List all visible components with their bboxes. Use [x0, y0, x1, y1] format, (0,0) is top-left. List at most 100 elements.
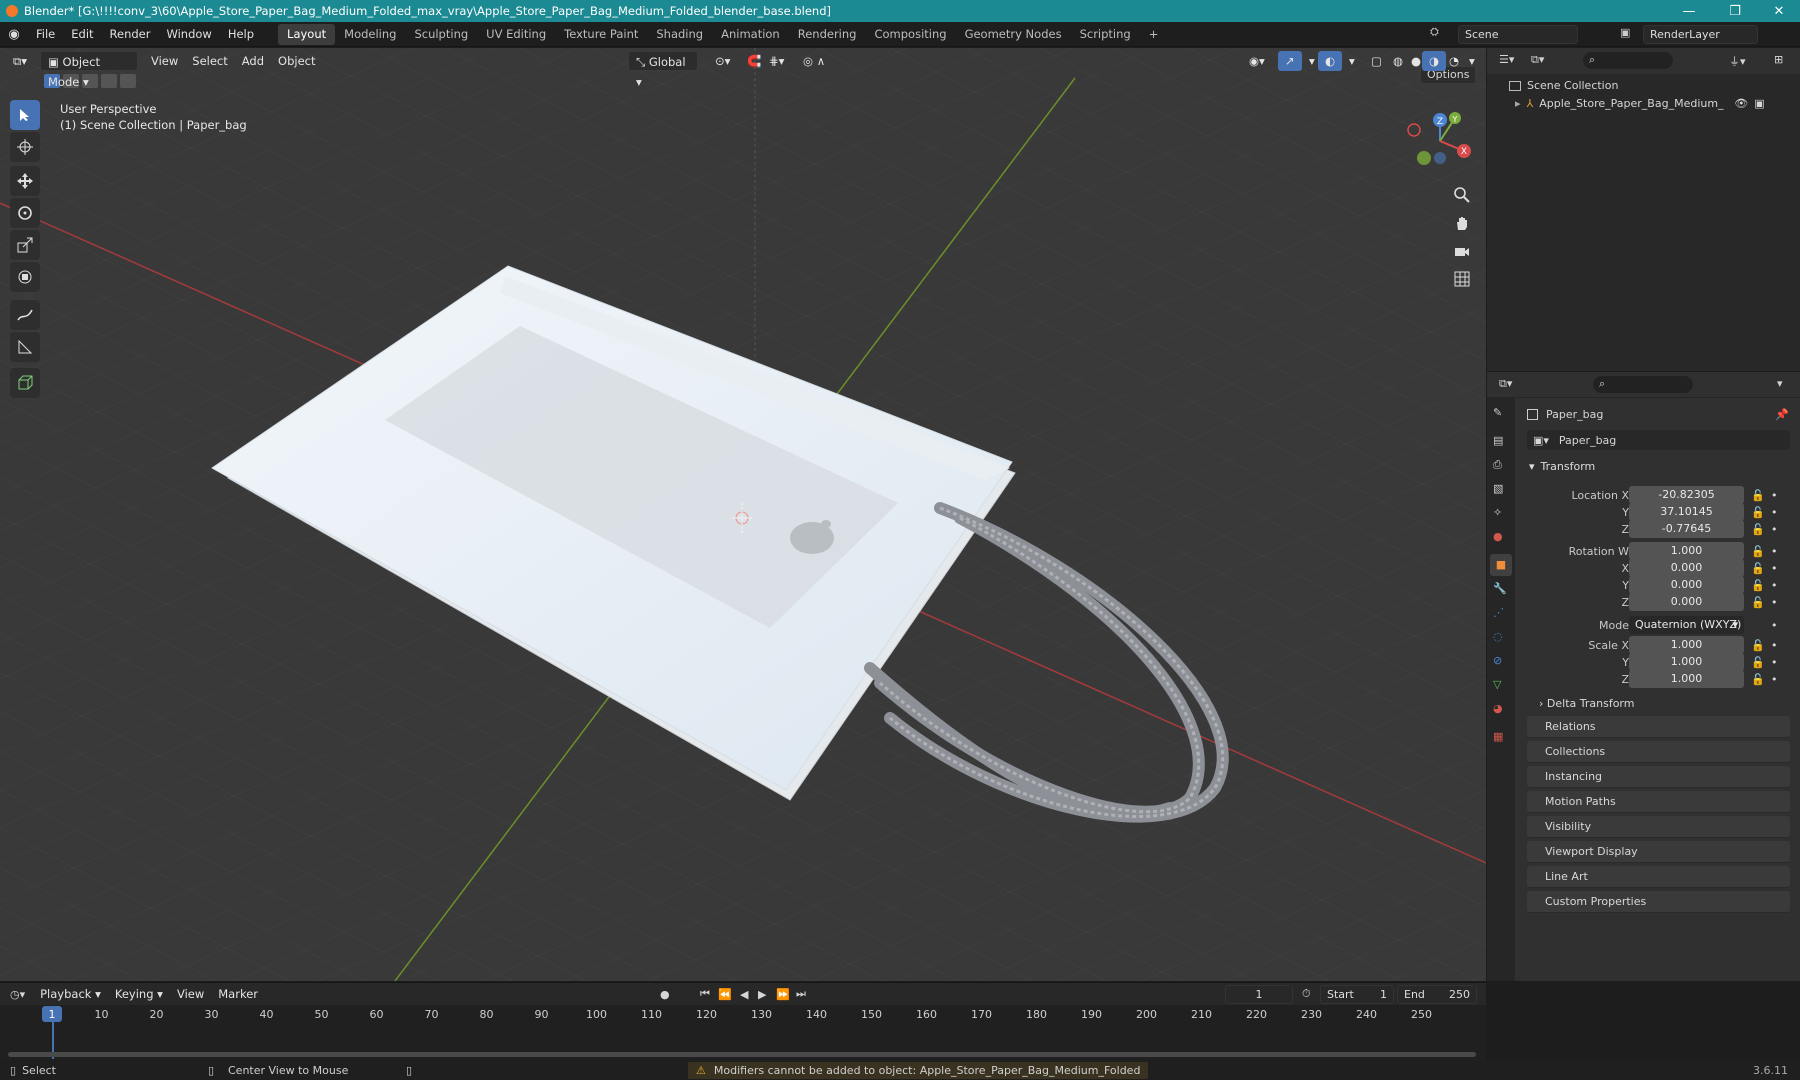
- outliner-item[interactable]: ▸ ⅄ Apple_Store_Paper_Bag_Medium_Folded …: [1515, 97, 1800, 110]
- prev-keyframe-icon[interactable]: ⏪: [718, 988, 732, 1001]
- add-cube-tool-icon[interactable]: [10, 368, 40, 398]
- viewport-menu-select[interactable]: Select: [185, 51, 234, 71]
- lock-icon[interactable]: 🔓: [1751, 596, 1765, 609]
- panel-line-art[interactable]: Line Art: [1527, 866, 1790, 888]
- timeline-ruler[interactable]: 1 10 20 30 40 50 60 70 80 90 100 110 120 130 140 150 160…: [0, 1005, 1486, 1062]
- scale-z-field[interactable]: 1.000: [1629, 670, 1744, 688]
- tab-compositing[interactable]: Compositing: [865, 24, 955, 45]
- overlays-dropdown-icon[interactable]: ▾: [1342, 51, 1362, 71]
- pin-icon[interactable]: 📌: [1775, 408, 1789, 421]
- camera-view-icon[interactable]: [1449, 238, 1475, 264]
- menu-render[interactable]: Render: [102, 22, 159, 47]
- lock-icon[interactable]: 🔓: [1751, 656, 1765, 669]
- tab-texture-paint[interactable]: Texture Paint: [555, 24, 647, 45]
- delta-transform-subpanel[interactable]: › Delta Transform: [1539, 694, 1634, 714]
- keyframe-dot-icon[interactable]: •: [1771, 523, 1778, 536]
- snap-target-icon[interactable]: ⋕▾: [762, 51, 791, 71]
- material-tab-icon[interactable]: ◕: [1493, 702, 1503, 715]
- record-icon[interactable]: ●: [660, 988, 670, 1001]
- timeline-menu-view[interactable]: View: [170, 984, 211, 1004]
- lock-icon[interactable]: 🔓: [1751, 545, 1765, 558]
- expand-arrow-icon[interactable]: ▸: [1515, 97, 1521, 110]
- viewport-menu-add[interactable]: Add: [235, 51, 271, 71]
- panel-collections[interactable]: Collections: [1527, 741, 1790, 763]
- proportional-edit-icon[interactable]: ◎ ∧: [796, 51, 832, 71]
- object-name-field[interactable]: ▣▾ Paper_bag: [1527, 430, 1790, 450]
- outliner-search-input[interactable]: ⌕: [1583, 52, 1673, 69]
- lock-icon[interactable]: 🔓: [1751, 639, 1765, 652]
- transform-orientation-dropdown[interactable]: ⤡ Global ▾: [628, 51, 698, 89]
- rotation-w-field[interactable]: 1.000: [1629, 542, 1744, 560]
- eye-visibility-icon[interactable]: 👁: [1734, 97, 1748, 110]
- render-layer-field[interactable]: RenderLayer: [1643, 25, 1758, 44]
- tool-tab-icon[interactable]: ✎: [1493, 406, 1502, 419]
- panel-custom-properties[interactable]: Custom Properties: [1527, 891, 1790, 913]
- keyframe-dot-icon[interactable]: •: [1771, 619, 1778, 632]
- texture-tab-icon[interactable]: ▦: [1493, 730, 1503, 743]
- tab-scripting[interactable]: Scripting: [1071, 24, 1140, 45]
- start-frame-field[interactable]: Start 1: [1320, 985, 1394, 1004]
- overlays-toggle-icon[interactable]: ◐: [1318, 51, 1343, 71]
- scene-field[interactable]: Scene: [1458, 25, 1578, 44]
- tab-sculpting[interactable]: Sculpting: [405, 24, 477, 45]
- select-invert-icon[interactable]: [101, 74, 117, 88]
- scale-y-field[interactable]: 1.000: [1629, 653, 1744, 671]
- timeline-scrollbar[interactable]: [8, 1052, 1476, 1057]
- keyframe-dot-icon[interactable]: •: [1771, 489, 1778, 502]
- properties-search-input[interactable]: ⌕: [1593, 376, 1693, 393]
- minimize-button[interactable]: —: [1666, 0, 1712, 22]
- output-tab-icon[interactable]: ⎙: [1493, 458, 1502, 472]
- new-collection-icon[interactable]: ⊞: [1774, 53, 1783, 66]
- keyframe-dot-icon[interactable]: •: [1771, 673, 1778, 686]
- rotation-mode-dropdown[interactable]: Quaternion (WXYZ) ▾: [1629, 616, 1744, 634]
- rotate-tool-icon[interactable]: [10, 198, 40, 228]
- gizmo-toggle-icon[interactable]: ↗: [1278, 51, 1302, 71]
- tab-rendering[interactable]: Rendering: [789, 24, 866, 45]
- transform-tool-icon[interactable]: [10, 262, 40, 292]
- ortho-grid-icon[interactable]: [1449, 266, 1475, 292]
- timeline-editor-icon[interactable]: ◷▾: [10, 988, 25, 1001]
- outliner-editor-icon[interactable]: ☰▾: [1499, 53, 1514, 66]
- outliner-scene-collection[interactable]: Scene Collection: [1509, 79, 1618, 92]
- object-mode-dropdown[interactable]: ▣ Object Mode ▾: [39, 51, 138, 89]
- select-box-tool-icon[interactable]: [10, 100, 40, 130]
- timeline-menu-marker[interactable]: Marker: [211, 984, 265, 1004]
- lock-icon[interactable]: 🔓: [1751, 523, 1765, 536]
- menu-window[interactable]: Window: [158, 22, 219, 47]
- move-tool-icon[interactable]: [10, 166, 40, 196]
- editor-type-icon[interactable]: ⧉▾: [6, 51, 34, 71]
- clock-icon[interactable]: ⏱: [1302, 987, 1311, 1001]
- jump-start-icon[interactable]: ⏮: [700, 987, 710, 1001]
- properties-editor-icon[interactable]: ⧉▾: [1499, 377, 1512, 391]
- display-mode-icon[interactable]: ⧉▾: [1531, 53, 1544, 67]
- navigation-gizmo[interactable]: Z Y X: [1400, 106, 1480, 176]
- keyframe-dot-icon[interactable]: •: [1771, 562, 1778, 575]
- camera-render-icon[interactable]: ▣: [1754, 97, 1764, 110]
- select-intersect-icon[interactable]: [120, 74, 136, 88]
- lock-icon[interactable]: 🔓: [1751, 506, 1765, 519]
- lock-icon[interactable]: 🔓: [1751, 673, 1765, 686]
- viewport-menu-view[interactable]: View: [144, 51, 185, 71]
- tab-uv-editing[interactable]: UV Editing: [477, 24, 555, 45]
- rotation-z-field[interactable]: 0.000: [1629, 593, 1744, 611]
- annotate-tool-icon[interactable]: [10, 300, 40, 330]
- transform-panel-header[interactable]: ▾ Transform: [1523, 456, 1790, 478]
- tab-layout[interactable]: Layout: [278, 23, 336, 45]
- keyframe-dot-icon[interactable]: •: [1771, 596, 1778, 609]
- location-x-field[interactable]: -20.82305: [1629, 486, 1744, 504]
- shading-dropdown-icon[interactable]: ▾: [1462, 51, 1482, 71]
- location-y-field[interactable]: 37.10145: [1629, 503, 1744, 521]
- 3d-viewport[interactable]: User Perspective (1) Scene Collection | …: [0, 48, 1486, 981]
- menu-edit[interactable]: Edit: [63, 22, 101, 47]
- visibility-icon[interactable]: ◉▾: [1242, 51, 1272, 71]
- viewport-menu-object[interactable]: Object: [271, 51, 322, 71]
- timeline-menu-playback[interactable]: Playback ▾: [33, 984, 108, 1004]
- current-frame-field[interactable]: 1: [1225, 985, 1293, 1004]
- cursor-tool-icon[interactable]: [10, 132, 40, 162]
- menu-file[interactable]: File: [28, 22, 63, 47]
- lock-icon[interactable]: 🔓: [1751, 489, 1765, 502]
- scale-tool-icon[interactable]: [10, 230, 40, 260]
- blender-menu-icon[interactable]: ◉: [0, 27, 28, 42]
- filter-icon[interactable]: ⏚▾: [1729, 53, 1746, 69]
- rotation-y-field[interactable]: 0.000: [1629, 576, 1744, 594]
